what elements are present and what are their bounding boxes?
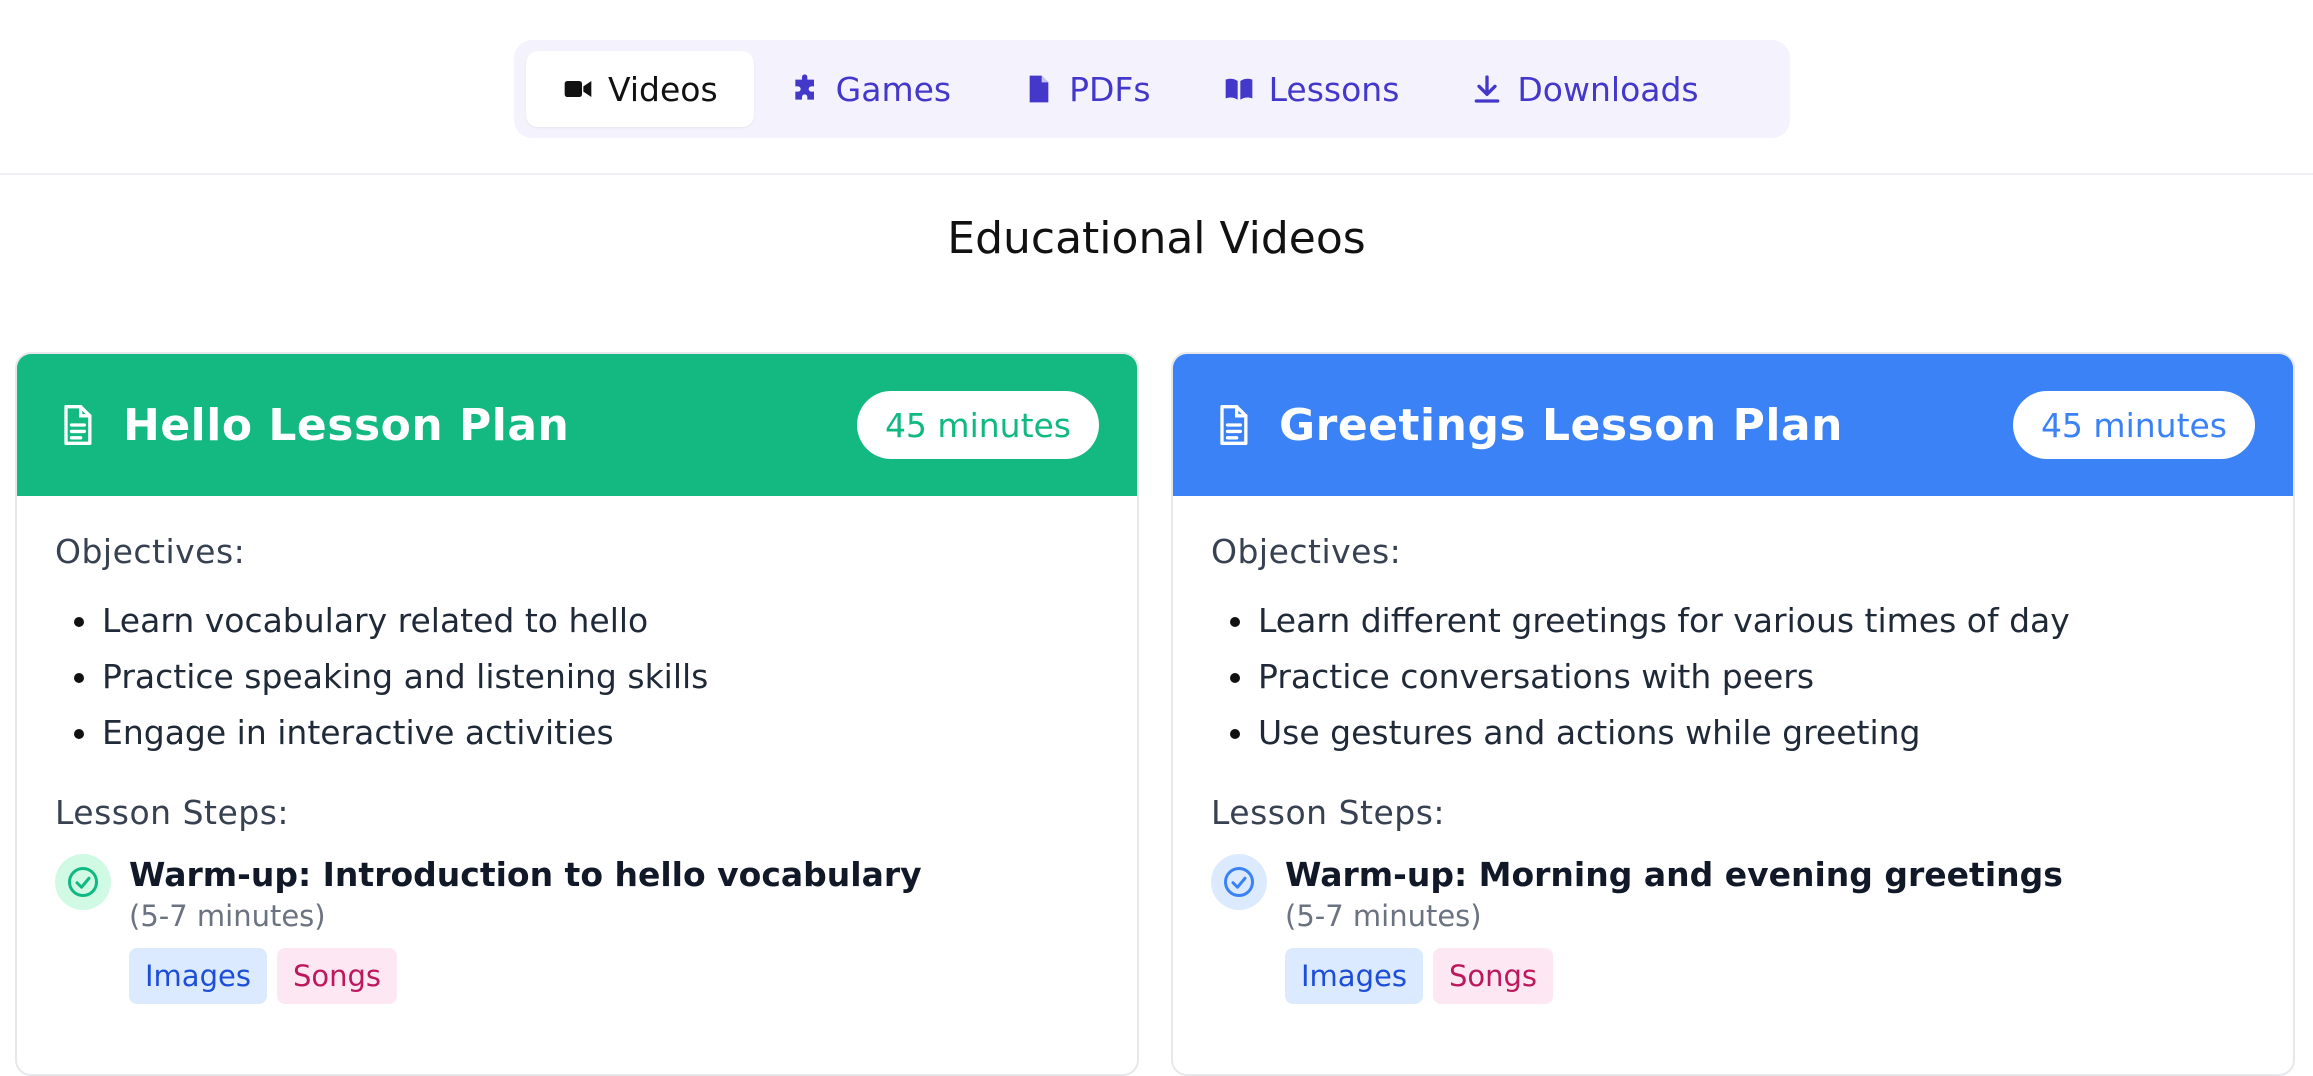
tab-downloads[interactable]: Downloads — [1435, 51, 1734, 127]
tab-pdfs[interactable]: PDFs — [987, 51, 1187, 127]
tab-label: Games — [835, 69, 952, 109]
step-duration: (5-7 minutes) — [1285, 899, 1482, 933]
tab-label: Lessons — [1268, 69, 1400, 109]
objectives-heading: Objectives: — [55, 532, 246, 571]
objective-item: Practice speaking and listening skills — [55, 649, 1099, 705]
duration-badge: 45 minutes — [856, 391, 1099, 459]
tag-songs: Songs — [1432, 948, 1553, 1004]
card-title: Greetings Lesson Plan — [1279, 399, 1843, 451]
objective-item: Learn vocabulary related to hello — [55, 593, 1099, 649]
book-open-icon — [1225, 78, 1252, 100]
lesson-steps-heading: Lesson Steps: — [1211, 793, 1446, 832]
tab-lessons[interactable]: Lessons — [1187, 51, 1436, 127]
step-duration: (5-7 minutes) — [129, 899, 326, 933]
file-icon — [1029, 75, 1049, 103]
lesson-card-hello: Hello Lesson Plan 45 minutes Objectives:… — [15, 352, 1139, 1076]
tag-songs: Songs — [276, 948, 397, 1004]
document-icon — [1220, 405, 1248, 445]
top-navigation-bar: Videos Games PDFs Lessons Downloads — [0, 0, 2313, 175]
card-header: Greetings Lesson Plan 45 minutes — [1173, 354, 2293, 496]
tab-games[interactable]: Games — [754, 51, 987, 127]
objective-item: Engage in interactive activities — [55, 705, 1099, 761]
check-circle-icon — [55, 854, 111, 910]
card-header: Hello Lesson Plan 45 minutes — [17, 354, 1137, 496]
objective-item: Use gestures and actions while greeting — [1211, 705, 2255, 761]
lesson-steps-heading: Lesson Steps: — [55, 793, 290, 832]
objectives-list: Learn different greetings for various ti… — [1211, 593, 2255, 761]
objectives-heading: Objectives: — [1211, 532, 1402, 571]
tag-images: Images — [1285, 948, 1423, 1004]
objective-item: Learn different greetings for various ti… — [1211, 593, 2255, 649]
step-title: Warm-up: Morning and evening greetings — [1285, 855, 2063, 894]
duration-badge: 45 minutes — [2012, 391, 2255, 459]
card-title: Hello Lesson Plan — [123, 399, 570, 451]
puzzle-icon — [794, 74, 814, 100]
download-icon — [1475, 75, 1500, 103]
tab-label: PDFs — [1069, 69, 1151, 109]
objective-item: Practice conversations with peers — [1211, 649, 2255, 705]
video-icon — [564, 81, 592, 97]
objectives-list: Learn vocabulary related to hello Practi… — [55, 593, 1099, 761]
lesson-step: Warm-up: Morning and evening greetings (… — [1211, 854, 2255, 1004]
tab-label: Videos — [608, 69, 718, 109]
page-title: Educational Videos — [947, 213, 1366, 264]
check-circle-icon — [1211, 854, 1267, 910]
tab-videos[interactable]: Videos — [526, 51, 754, 127]
lesson-step: Warm-up: Introduction to hello vocabular… — [55, 854, 1099, 1004]
resource-tabs: Videos Games PDFs Lessons Downloads — [514, 40, 1790, 138]
tag-images: Images — [129, 948, 267, 1004]
document-icon — [64, 405, 92, 445]
lesson-card-greetings: Greetings Lesson Plan 45 minutes Objecti… — [1171, 352, 2295, 1076]
tab-label: Downloads — [1517, 69, 1699, 109]
step-title: Warm-up: Introduction to hello vocabular… — [129, 855, 922, 894]
